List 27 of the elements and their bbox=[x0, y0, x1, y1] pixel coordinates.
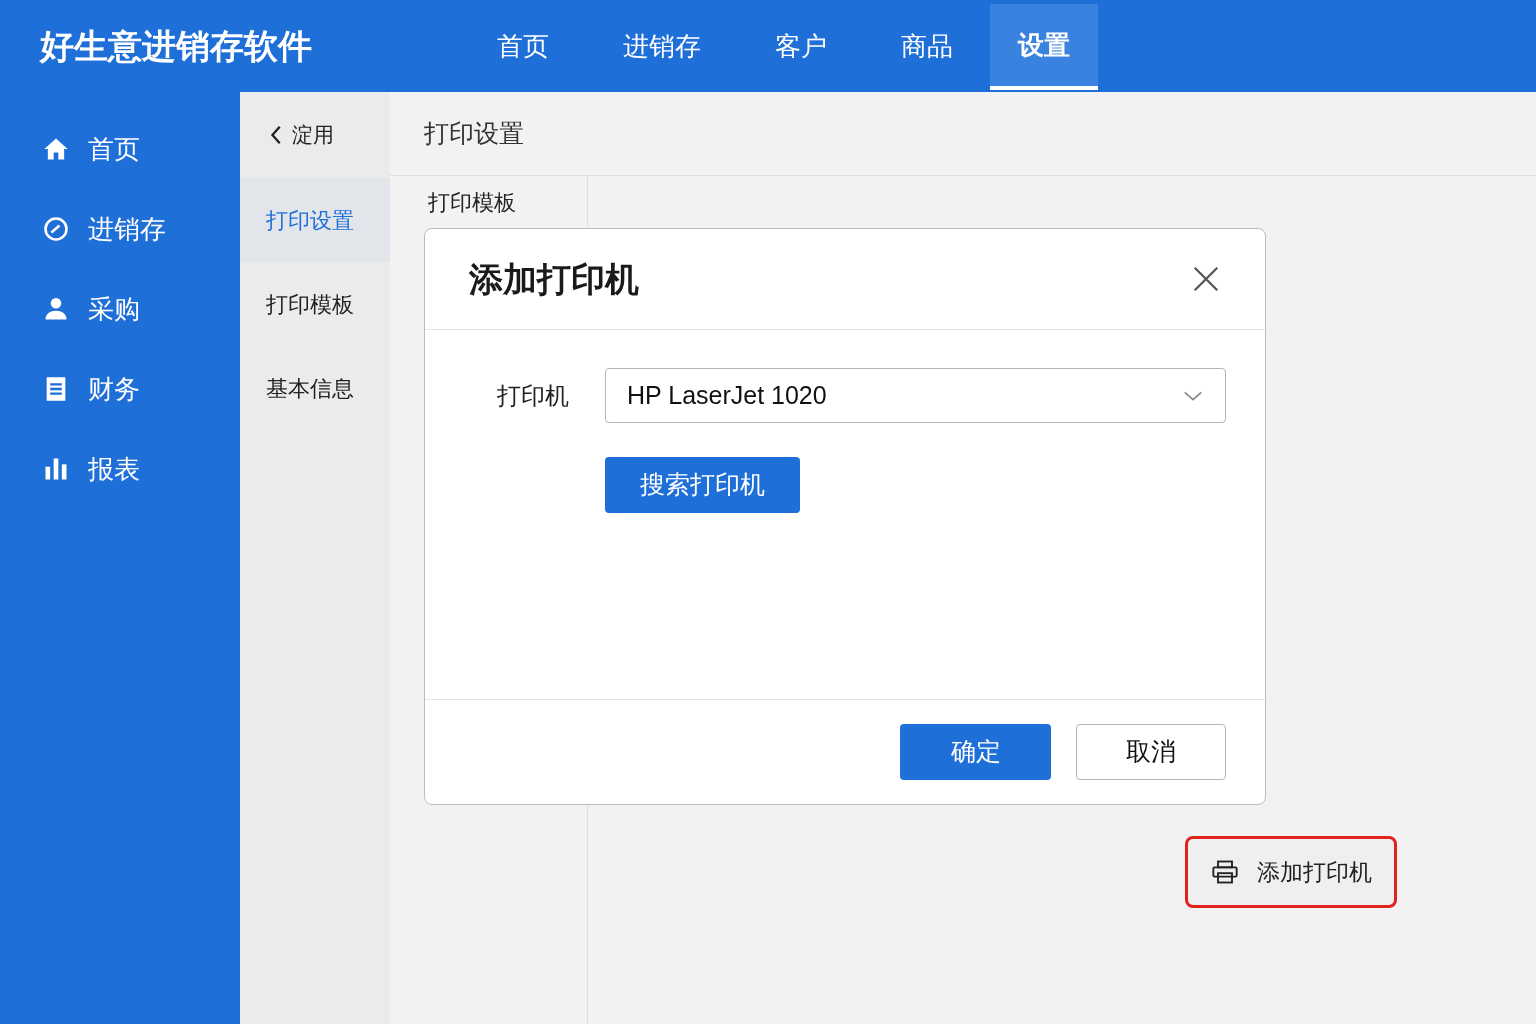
subnav-item[interactable]: 打印模板 bbox=[240, 262, 390, 346]
app-title: 好生意进销存软件 bbox=[40, 25, 313, 67]
add-printer-button[interactable]: 添加打印机 bbox=[1185, 836, 1397, 908]
nav-tab[interactable]: 商品 bbox=[864, 0, 990, 92]
confirm-button[interactable]: 确定 bbox=[900, 724, 1051, 780]
back-link[interactable]: 淀用 bbox=[240, 92, 390, 178]
subnav-item[interactable]: 打印设置 bbox=[240, 178, 390, 262]
sidebar-item[interactable]: 进销存 bbox=[0, 212, 240, 246]
gauge-icon bbox=[42, 215, 70, 243]
printer-select[interactable]: HP LaserJet 1020 bbox=[605, 368, 1226, 423]
nav-tab[interactable]: 设置 bbox=[990, 4, 1098, 90]
dialog-title: 添加打印机 bbox=[469, 258, 639, 300]
nav-tab[interactable]: 进销存 bbox=[586, 0, 738, 92]
sidebar-item[interactable]: 财务 bbox=[0, 372, 240, 406]
search-printer-button[interactable]: 搜索打印机 bbox=[605, 457, 800, 513]
sidebar-item[interactable]: 首页 bbox=[0, 132, 240, 166]
sidebar-item[interactable]: 报表 bbox=[0, 452, 240, 486]
page-title: 打印设置 bbox=[424, 117, 524, 149]
section-label: 打印模板 bbox=[428, 190, 516, 215]
sidebar-item[interactable]: 采购 bbox=[0, 292, 240, 326]
close-button[interactable] bbox=[1191, 264, 1221, 294]
nav-tab[interactable]: 客户 bbox=[738, 0, 864, 92]
printer-icon bbox=[1210, 858, 1239, 886]
cancel-button[interactable]: 取消 bbox=[1076, 724, 1226, 780]
subnav-item[interactable]: 基本信息 bbox=[240, 346, 390, 430]
nav-tab[interactable]: 首页 bbox=[460, 0, 586, 92]
field-label: 打印机 bbox=[496, 380, 570, 411]
